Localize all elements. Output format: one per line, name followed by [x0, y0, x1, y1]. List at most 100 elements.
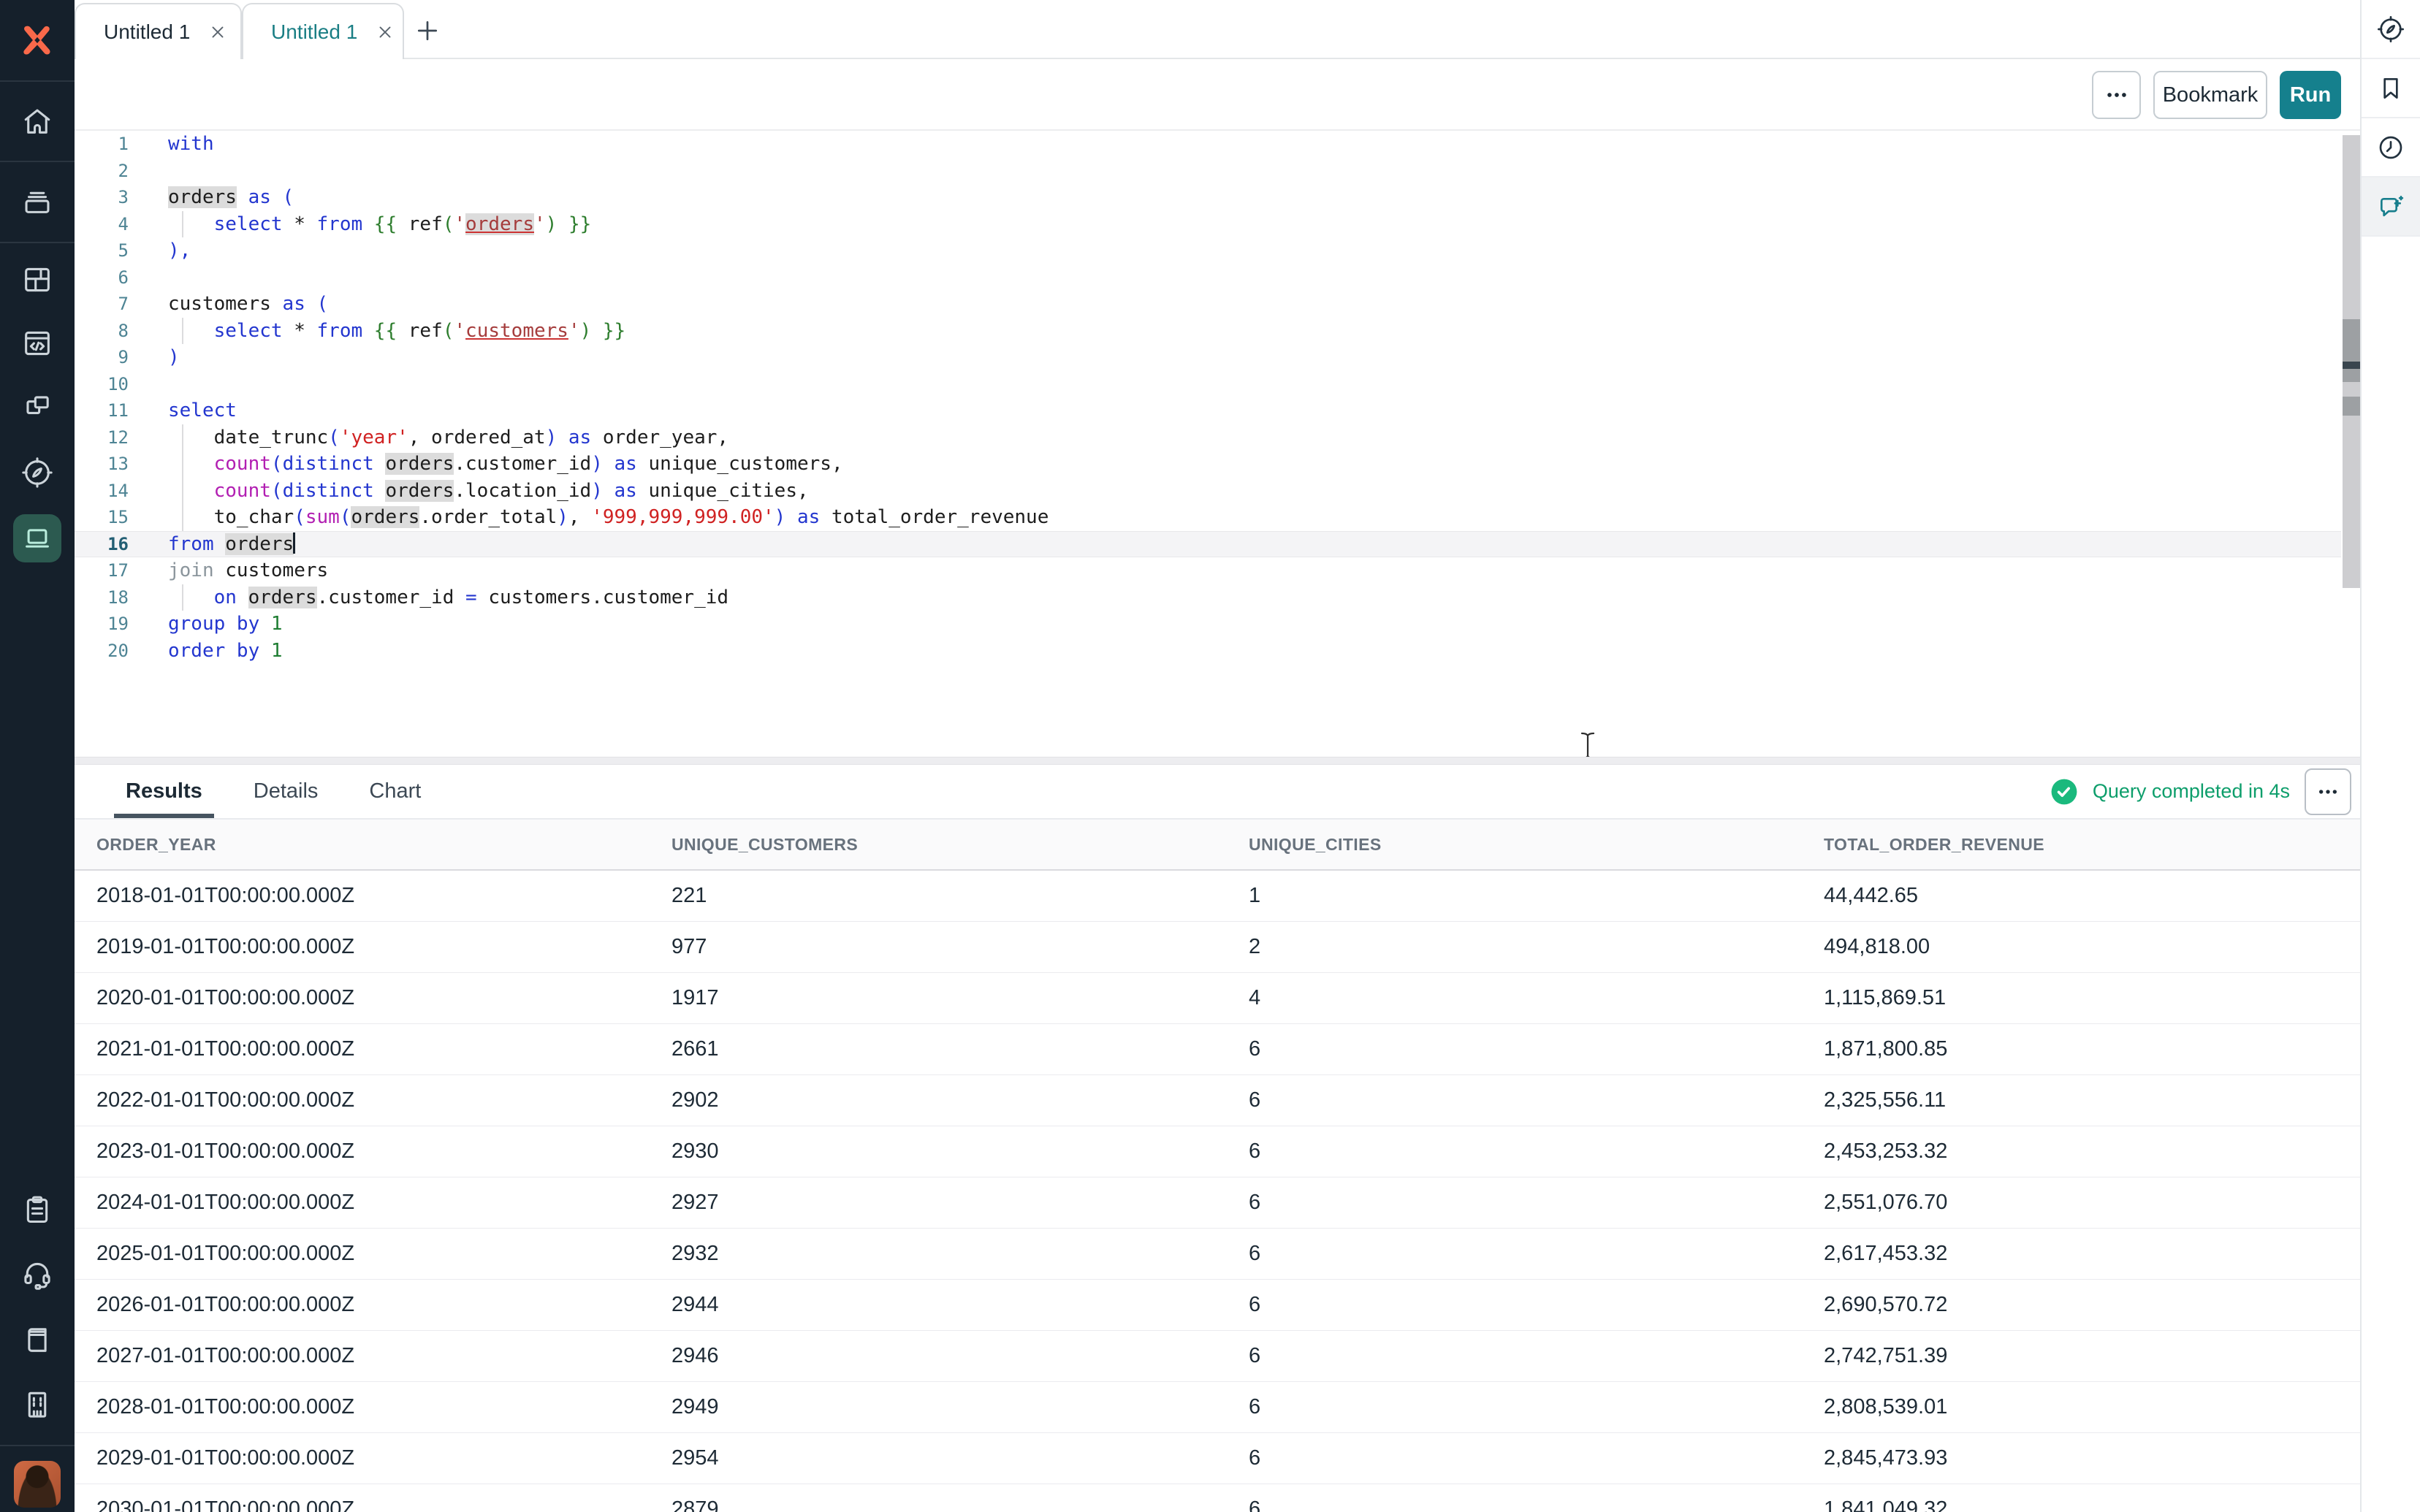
line-number: 12: [75, 424, 129, 451]
clipboard-icon: [20, 1193, 54, 1226]
sidebar-item-home[interactable]: [0, 89, 75, 153]
code-line: 1 with: [75, 131, 2360, 158]
table-cell: 2023-01-01T00:00:00.000Z: [75, 1126, 650, 1177]
table-cell: 2946: [650, 1331, 1227, 1381]
close-icon[interactable]: [375, 22, 395, 42]
sidebar-item-windows[interactable]: [0, 375, 75, 439]
sidebar-item-terminal[interactable]: [0, 506, 75, 570]
plus-icon: [414, 17, 441, 45]
code-line: 13 count(distinct orders.customer_id) as…: [75, 451, 2360, 478]
results-more-button[interactable]: [2305, 768, 2351, 815]
table-cell: 4: [1227, 973, 1802, 1023]
sidebar-item-clipboard[interactable]: [0, 1177, 75, 1242]
table-cell: 2: [1227, 922, 1802, 972]
table-cell: 6: [1227, 1126, 1802, 1177]
sidebar-item-book[interactable]: [0, 1307, 75, 1372]
table-cell: 6: [1227, 1229, 1802, 1279]
archive-icon: [20, 185, 54, 218]
sidebar-item-dashboard[interactable]: [0, 248, 75, 312]
line-number: 16: [75, 531, 129, 558]
column-header-total_order_revenue[interactable]: TOTAL_ORDER_REVENUE: [1802, 820, 2360, 869]
rail-item-bookmark[interactable]: [2362, 59, 2420, 118]
results-table-header: ORDER_YEARUNIQUE_CUSTOMERSUNIQUE_CITIEST…: [75, 820, 2360, 871]
bookmark-button[interactable]: Bookmark: [2153, 71, 2267, 119]
table-cell: 494,818.00: [1802, 922, 2360, 972]
line-number: 5: [75, 237, 129, 264]
table-cell: 1: [1227, 871, 1802, 921]
table-cell: 6: [1227, 1177, 1802, 1228]
document-tab[interactable]: Untitled 1: [75, 3, 242, 59]
table-cell: 2954: [650, 1433, 1227, 1484]
sidebar-item-archive[interactable]: [0, 169, 75, 234]
scrollbar-thumb[interactable]: [2343, 319, 2360, 382]
line-number: 1: [75, 131, 129, 158]
table-cell: 977: [650, 922, 1227, 972]
code-text: ),: [168, 237, 191, 264]
code-text: select * from {{ ref('orders') }}: [168, 211, 591, 238]
document-tab[interactable]: Untitled 1: [242, 3, 404, 59]
editor-scrollbar[interactable]: [2343, 135, 2360, 588]
table-cell: 2019-01-01T00:00:00.000Z: [75, 922, 650, 972]
sidebar-divider: [0, 1445, 75, 1446]
text-caret: [293, 532, 295, 554]
table-cell: 2,551,076.70: [1802, 1177, 2360, 1228]
more-options-button[interactable]: [2092, 71, 2141, 119]
rail-item-ai-assistant[interactable]: [2362, 177, 2420, 237]
tab-label: Untitled 1: [271, 20, 357, 44]
code-line: 15 to_char(sum(orders.order_total), '999…: [75, 504, 2360, 531]
table-row: 2026-01-01T00:00:00.000Z294462,690,570.7…: [75, 1280, 2360, 1331]
table-cell: 2020-01-01T00:00:00.000Z: [75, 973, 650, 1023]
code-line: 11select: [75, 397, 2360, 424]
results-tab-results[interactable]: Results: [126, 765, 202, 818]
rail-item-history[interactable]: [2362, 118, 2420, 177]
close-icon[interactable]: [208, 22, 228, 42]
code-text: select * from {{ ref('customers') }}: [168, 318, 625, 345]
results-tab-chart[interactable]: Chart: [369, 765, 421, 818]
table-cell: 2944: [650, 1280, 1227, 1330]
line-number: 15: [75, 504, 129, 531]
right-rail: [2360, 0, 2420, 1512]
column-header-unique_cities[interactable]: UNIQUE_CITIES: [1227, 820, 1802, 869]
line-number: 14: [75, 478, 129, 505]
table-cell: 6: [1227, 1433, 1802, 1484]
table-row: 2023-01-01T00:00:00.000Z293062,453,253.3…: [75, 1126, 2360, 1177]
table-cell: 1,871,800.85: [1802, 1024, 2360, 1074]
table-cell: 1917: [650, 973, 1227, 1023]
code-text: with: [168, 131, 214, 158]
code-line: 5),: [75, 237, 2360, 264]
code-line: 4 select * from {{ ref('orders') }}: [75, 211, 2360, 238]
sidebar-item-code-window[interactable]: [0, 311, 75, 375]
column-header-order_year[interactable]: ORDER_YEAR: [75, 820, 650, 869]
table-row: 2018-01-01T00:00:00.000Z221144,442.65: [75, 871, 2360, 922]
user-avatar[interactable]: [14, 1461, 61, 1508]
panel-splitter[interactable]: [75, 757, 2360, 765]
code-text: group by 1: [168, 611, 283, 638]
sidebar-divider: [0, 242, 75, 243]
code-line: 18 on orders.customer_id = customers.cus…: [75, 584, 2360, 611]
more-dots-icon: [2104, 83, 2129, 107]
table-row: 2021-01-01T00:00:00.000Z266161,871,800.8…: [75, 1024, 2360, 1075]
code-window-icon: [20, 327, 54, 360]
code-line: 10: [75, 371, 2360, 398]
code-text: on orders.customer_id = customers.custom…: [168, 584, 728, 611]
code-line: 2: [75, 158, 2360, 185]
table-row: 2028-01-01T00:00:00.000Z294962,808,539.0…: [75, 1382, 2360, 1433]
column-header-unique_customers[interactable]: UNIQUE_CUSTOMERS: [650, 820, 1227, 869]
line-number: 2: [75, 158, 129, 185]
table-cell: 2,808,539.01: [1802, 1382, 2360, 1432]
project-toolbar: Bookmark Run: [75, 59, 2360, 131]
terminal-icon: [20, 522, 54, 555]
results-tab-details[interactable]: Details: [254, 765, 319, 818]
rail-item-compass[interactable]: [2362, 0, 2420, 59]
new-tab-button[interactable]: [407, 10, 448, 51]
sidebar-item-building[interactable]: [0, 1372, 75, 1437]
line-number: 11: [75, 397, 129, 424]
sql-editor[interactable]: 1with23orders as (4 select * from {{ ref…: [75, 131, 2360, 757]
run-button[interactable]: Run: [2280, 71, 2341, 119]
sidebar-item-compass[interactable]: [0, 440, 75, 505]
sidebar-item-headset[interactable]: [0, 1242, 75, 1307]
hex-logo[interactable]: [0, 0, 75, 80]
code-text: to_char(sum(orders.order_total), '999,99…: [168, 504, 1049, 531]
line-number: 8: [75, 318, 129, 345]
line-number: 7: [75, 291, 129, 318]
